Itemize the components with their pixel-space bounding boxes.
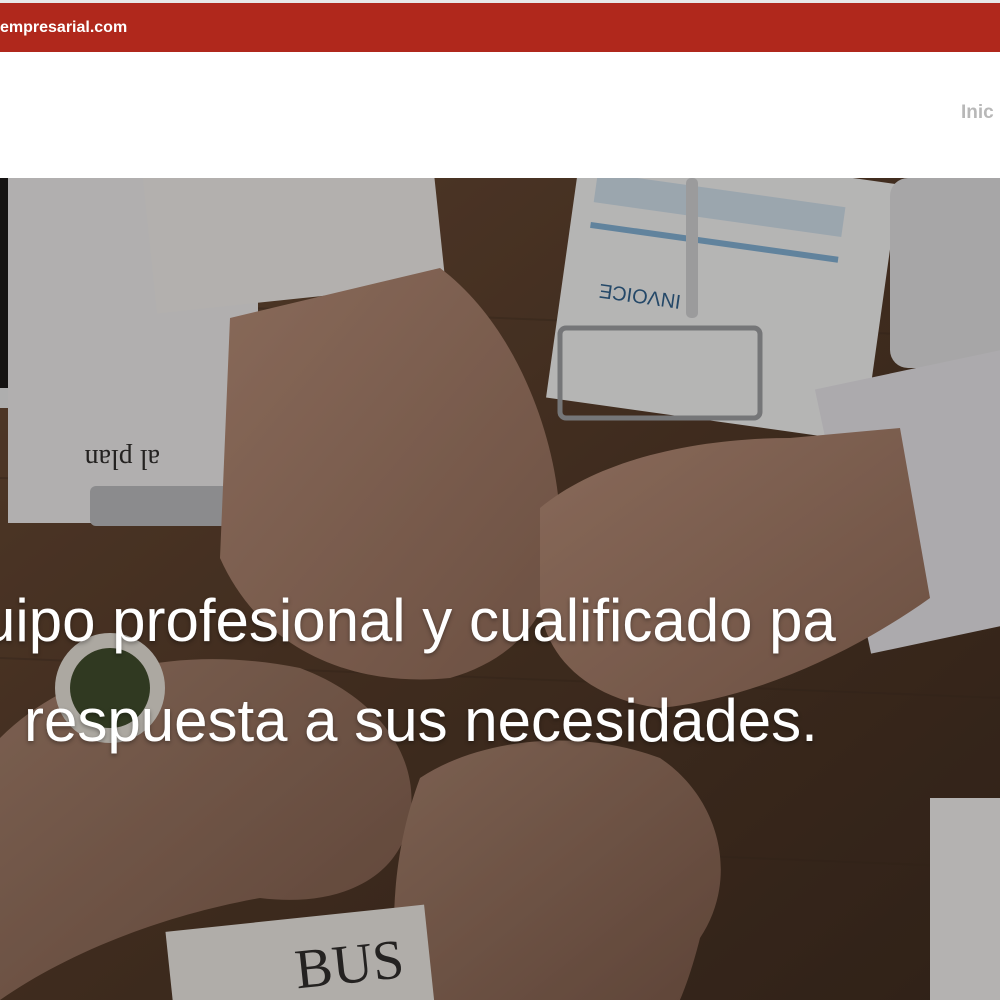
- contact-email-link[interactable]: empresarial.com: [0, 19, 127, 37]
- hero-headline-line-1: uipo profesional y cualificado pa: [0, 587, 836, 654]
- top-bar: empresarial.com: [0, 0, 1000, 52]
- hero-banner: al plan INVOICE BUS uipo profesional y c…: [0, 178, 1000, 1000]
- nav-item-inicio[interactable]: Inic: [961, 102, 994, 124]
- site-header: Inic: [0, 52, 1000, 178]
- hero-headline-line-2: respuesta a sus necesidades.: [24, 687, 818, 754]
